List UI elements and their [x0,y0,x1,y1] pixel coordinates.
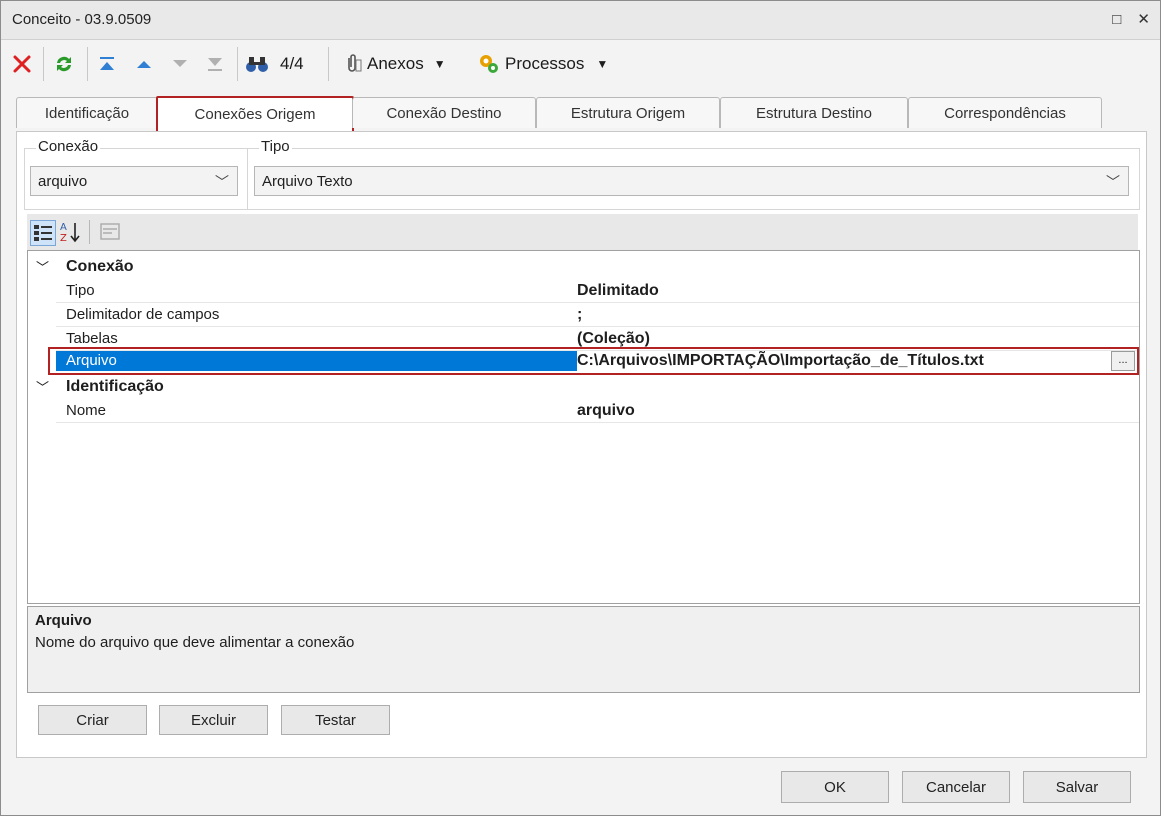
property-row-tipo[interactable]: Tipo Delimitado [28,279,1139,303]
description-text: Nome do arquivo que deve alimentar a con… [35,634,355,651]
svg-text:Z: Z [60,233,67,244]
property-row-nome[interactable]: Nome arquivo [28,399,1139,423]
paperclip-icon [348,54,362,72]
type-value: Arquivo Texto [262,172,353,190]
delete-icon[interactable] [11,49,33,79]
description-title: Arquivo [35,612,92,629]
search-icon[interactable] [245,49,269,79]
create-button[interactable]: Criar [38,705,147,735]
connection-value: arquivo [38,172,88,190]
last-record-icon[interactable] [205,49,225,79]
concept-window: Conceito - 03.9.0509 □ ✕ 4/4 Anexos ▼ Pr… [0,0,1161,816]
toolbar: 4/4 Anexos ▼ Processos ▼ [1,41,1160,87]
category-label: Identificação [66,378,164,395]
property-name: Arquivo [66,352,117,369]
property-name: Nome [66,402,107,419]
gears-icon [480,55,498,73]
window-title: Conceito - 03.9.0509 [12,11,152,28]
property-name: Tipo [66,282,95,299]
property-value: (Coleção) [577,330,650,347]
ellipsis-button[interactable]: ... [1111,351,1135,371]
property-row-delimitador[interactable]: Delimitador de campos ; [28,303,1139,327]
type-label: Tipo [259,138,292,155]
type-select[interactable]: Arquivo Texto ﹀ [254,166,1129,196]
property-value: arquivo [577,402,635,419]
connection-select[interactable]: arquivo ﹀ [30,166,238,196]
first-record-icon[interactable] [97,49,117,79]
ok-button[interactable]: OK [781,771,889,803]
delete-button[interactable]: Excluir [159,705,268,735]
close-icon[interactable]: ✕ [1137,11,1150,28]
property-name: Tabelas [66,330,118,347]
tab-correspondencias[interactable]: Correspondências [908,97,1102,128]
property-value: ; [577,306,583,323]
chevron-down-icon[interactable]: ﹀ [36,257,49,276]
category-label: Conexão [66,258,134,275]
property-grid-toolbar: AZ [27,214,1138,250]
chevron-down-icon: ﹀ [1106,174,1120,190]
tab-conexao-destino[interactable]: Conexão Destino [352,97,536,128]
processes-label: Processos [505,54,585,73]
next-record-icon[interactable] [171,49,189,79]
attachments-label: Anexos [367,54,424,73]
alphabetical-sort-icon[interactable]: AZ [58,220,82,244]
category-row-conexao[interactable]: ﹀ Conexão [28,255,1139,279]
property-grid: ﹀ Conexão Tipo Delimitado Delimitador de… [27,250,1140,604]
description-panel: Arquivo Nome do arquivo que deve aliment… [27,606,1140,693]
cancel-button[interactable]: Cancelar [902,771,1010,803]
property-value[interactable]: C:\Arquivos\IMPORTAÇÃO\Importação_de_Tít… [577,352,984,370]
dropdown-arrow-icon: ▼ [433,57,446,71]
window-controls: □ ✕ [1100,10,1150,28]
restore-icon[interactable]: □ [1112,11,1121,28]
attachments-button[interactable]: Anexos ▼ [341,49,446,79]
property-value: Delimitado [577,282,659,299]
property-name: Delimitador de campos [66,306,220,323]
refresh-icon[interactable] [52,49,76,79]
tab-panel: Conexão arquivo ﹀ Tipo Arquivo Texto ﹀ A… [16,131,1147,758]
tab-estrutura-origem[interactable]: Estrutura Origem [536,97,720,128]
tab-conexoes-origem[interactable]: Conexões Origem [156,96,354,133]
categorized-view-icon[interactable] [30,220,56,246]
test-button[interactable]: Testar [281,705,390,735]
title-bar: Conceito - 03.9.0509 □ ✕ [1,1,1160,40]
chevron-down-icon[interactable]: ﹀ [36,377,49,396]
property-pages-icon[interactable] [98,220,122,244]
property-row-arquivo[interactable]: Arquivo C:\Arquivos\IMPORTAÇÃO\Importaçã… [48,347,1139,375]
record-counter: 4/4 [280,54,304,73]
tab-estrutura-destino[interactable]: Estrutura Destino [720,97,908,128]
processes-button[interactable]: Processos ▼ [477,49,608,79]
category-row-identificacao[interactable]: ﹀ Identificação [28,375,1139,399]
save-button[interactable]: Salvar [1023,771,1131,803]
tab-identificacao[interactable]: Identificação [16,97,158,128]
previous-record-icon[interactable] [135,49,153,79]
chevron-down-icon: ﹀ [215,174,229,190]
dropdown-arrow-icon: ▼ [596,57,609,71]
connection-label: Conexão [36,138,101,155]
svg-text:A: A [60,222,67,233]
